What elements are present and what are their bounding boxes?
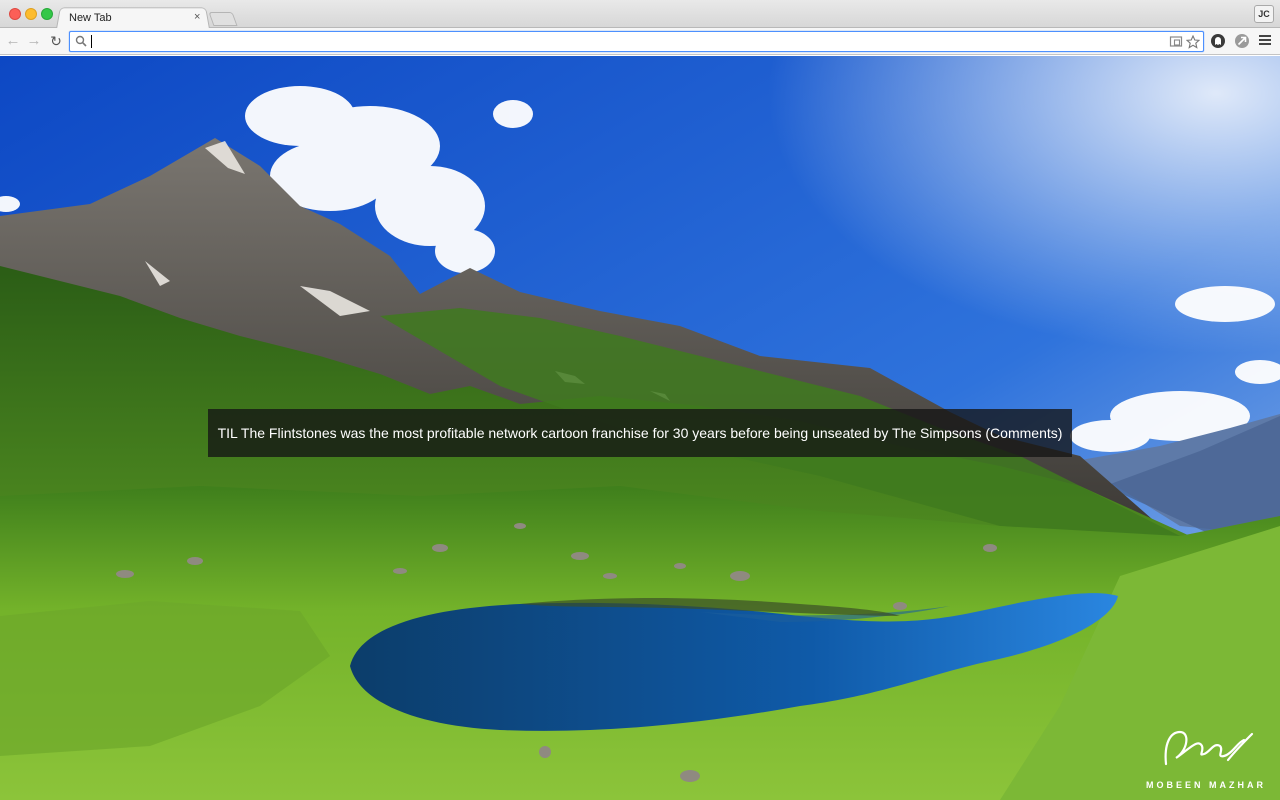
ghostery-icon[interactable] [1210,33,1226,49]
back-arrow-icon[interactable]: ← [5,33,21,49]
browser-toolbar: ← → ↻ [0,28,1280,55]
address-bar[interactable] [69,31,1204,52]
search-icon [75,35,87,47]
fact-caption[interactable]: TIL The Flintstones was the most profita… [208,409,1072,457]
tab-close-icon[interactable]: × [194,11,200,23]
cast-icon[interactable] [1169,35,1183,49]
window-minimize-button[interactable] [25,8,37,20]
text-caret [91,35,92,48]
tab-title: New Tab [69,12,112,24]
tab-strip: New Tab × JC [0,0,1280,29]
profile-button[interactable]: JC [1254,5,1274,23]
window-close-button[interactable] [9,8,21,20]
window-zoom-button[interactable] [41,8,53,20]
signature-logo [1164,730,1254,766]
forward-arrow-icon[interactable]: → [26,33,42,49]
extension-icon[interactable] [1234,33,1250,49]
star-icon[interactable] [1186,35,1200,49]
reload-icon[interactable]: ↻ [48,33,64,49]
photographer-credit: MOBEEN MAZHAR [1146,780,1266,790]
omnibox-input[interactable] [90,33,1160,50]
new-tab-button[interactable] [208,12,238,26]
hamburger-menu-icon[interactable] [1258,34,1272,48]
